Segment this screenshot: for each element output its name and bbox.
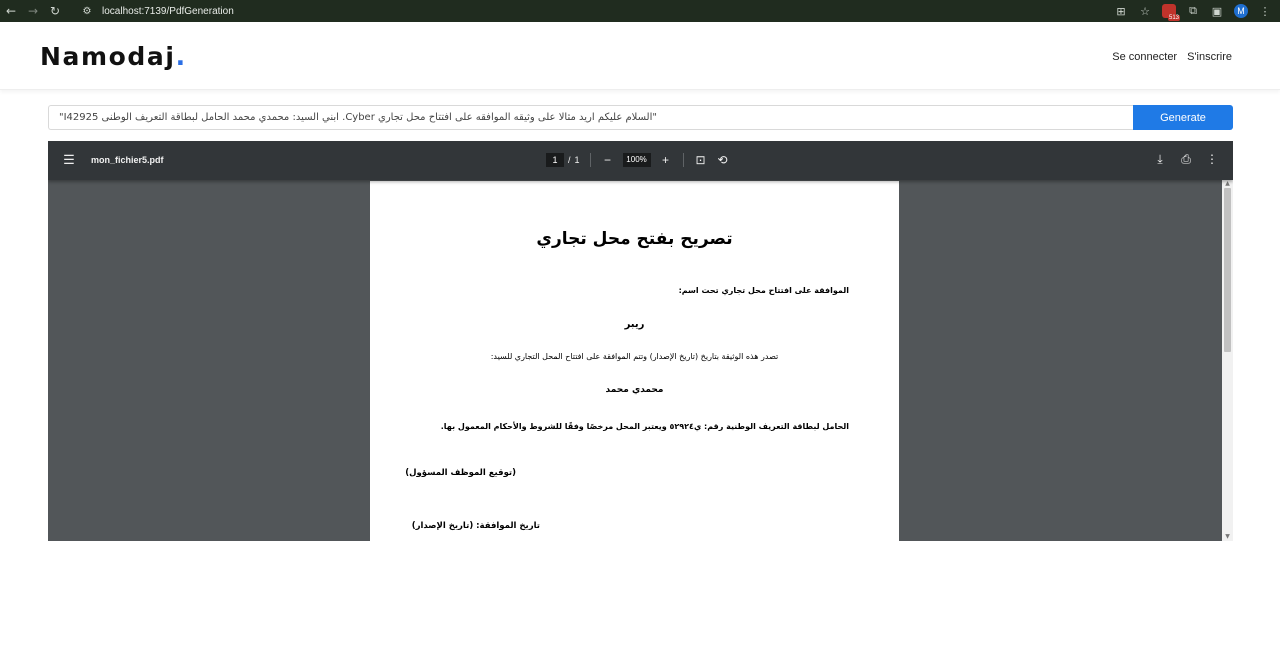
side-panel-icon[interactable]: ▣ xyxy=(1210,4,1224,18)
prompt-input[interactable] xyxy=(48,105,1133,130)
toolbar-divider xyxy=(589,153,591,167)
extension-badge: 513 xyxy=(1167,15,1180,21)
zoom-in-icon[interactable]: + xyxy=(659,153,673,167)
page-separator: / xyxy=(568,155,571,165)
signup-link[interactable]: S'inscrire xyxy=(1187,51,1232,63)
total-pages: 1 xyxy=(574,155,580,165)
document-title: تصريح بفتح محل تجاري xyxy=(536,229,733,249)
site-header: Namodaj. Se connecter S'inscrire xyxy=(0,26,1280,90)
login-link[interactable]: Se connecter xyxy=(1112,51,1177,63)
site-logo[interactable]: Namodaj. xyxy=(40,42,187,71)
scroll-up-arrow-icon[interactable]: ▲ xyxy=(1224,181,1231,187)
back-icon[interactable]: ← xyxy=(0,0,22,22)
pdf-page: تصريح بفتح محل تجاري الموافقة على افتتاح… xyxy=(370,181,899,541)
zoom-out-icon[interactable]: − xyxy=(601,153,615,167)
print-icon[interactable]: ⎙ xyxy=(1179,152,1193,166)
scroll-down-arrow-icon[interactable]: ▼ xyxy=(1224,534,1231,540)
reload-icon[interactable]: ↻ xyxy=(44,0,66,22)
forward-icon[interactable]: → xyxy=(22,0,44,22)
toolbar-divider xyxy=(682,153,684,167)
approval-line: الموافقة على افتتاح محل تجاري تحت اسم: xyxy=(678,286,849,295)
extensions-puzzle-icon[interactable]: ⧉ xyxy=(1186,4,1200,18)
shop-name: ريبر xyxy=(624,319,645,330)
zoom-level-input[interactable]: 100% xyxy=(622,153,651,167)
signature-line: (توقيع الموظف المسؤول) xyxy=(405,468,516,478)
issue-statement: تصدر هذه الوثيقة بتاريخ (تاريخ الإصدار) … xyxy=(490,352,779,361)
pdf-viewer: ☰ mon_fichier5.pdf 1 / 1 − 100% + ⊡ ⟲ ⤓ … xyxy=(48,141,1233,541)
rotate-icon[interactable]: ⟲ xyxy=(716,153,730,167)
sidebar-menu-icon[interactable]: ☰ xyxy=(62,153,76,167)
header-nav: Se connecter S'inscrire xyxy=(1112,51,1232,63)
more-options-icon[interactable]: ⋮ xyxy=(1205,152,1219,166)
bookmark-star-icon[interactable]: ☆ xyxy=(1138,4,1152,18)
person-name: محمدي محمد xyxy=(605,385,664,395)
translate-icon[interactable]: ⊞ xyxy=(1114,4,1128,18)
pdf-scrollbar[interactable]: ▲ ▼ xyxy=(1222,180,1233,541)
address-bar[interactable]: ⚙ localhost:7139/PdfGeneration xyxy=(80,0,234,22)
download-icon[interactable]: ⤓ xyxy=(1153,152,1167,166)
id-card-statement: الحامل لبطاقة التعريف الوطنية رقم: ي٥٢٩٢… xyxy=(440,422,849,431)
pdf-filename: mon_fichier5.pdf xyxy=(91,155,164,165)
profile-avatar[interactable]: M xyxy=(1234,4,1248,18)
browser-toolbar: ← → ↻ ⚙ localhost:7139/PdfGeneration ⊞ ☆… xyxy=(0,0,1280,22)
site-info-icon[interactable]: ⚙ xyxy=(80,4,94,18)
approval-date-line: تاريخ الموافقة: (تاريخ الإصدار) xyxy=(411,521,540,531)
extension-icon[interactable]: 513 xyxy=(1162,4,1180,21)
page-number-input[interactable]: 1 xyxy=(546,153,564,167)
generate-button[interactable]: Generate xyxy=(1133,105,1233,130)
scroll-thumb[interactable] xyxy=(1224,188,1231,352)
url-text: localhost:7139/PdfGeneration xyxy=(102,5,234,17)
browser-menu-icon[interactable]: ⋮ xyxy=(1258,4,1272,18)
fit-to-page-icon[interactable]: ⊡ xyxy=(694,153,708,167)
pdf-toolbar: ☰ mon_fichier5.pdf 1 / 1 − 100% + ⊡ ⟲ ⤓ … xyxy=(48,141,1233,180)
